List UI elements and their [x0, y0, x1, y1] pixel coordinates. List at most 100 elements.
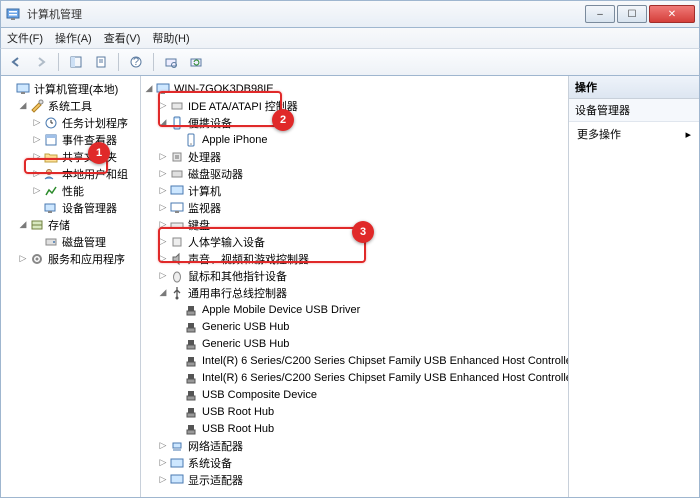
- device-root[interactable]: ◢WIN-7GOK3DB98IE: [143, 80, 566, 97]
- expand-icon[interactable]: ▷: [17, 253, 29, 264]
- dev-intel-usb[interactable]: Intel(R) 6 Series/C200 Series Chipset Fa…: [143, 369, 566, 386]
- middle-pane: ◢WIN-7GOK3DB98IE ▷IDE ATA/ATAPI 控制器 ◢便携设…: [141, 76, 569, 497]
- disk-icon: [43, 234, 59, 250]
- menu-view[interactable]: 查看(V): [104, 30, 141, 46]
- cat-ide[interactable]: ▷IDE ATA/ATAPI 控制器: [143, 97, 566, 114]
- expand-icon[interactable]: ▷: [157, 151, 169, 162]
- expand-icon[interactable]: ▷: [157, 253, 169, 264]
- cat-hid[interactable]: ▷人体学输入设备: [143, 233, 566, 250]
- performance-icon: [43, 183, 59, 199]
- tree-root[interactable]: 计算机管理(本地): [3, 80, 138, 97]
- expand-icon[interactable]: ▷: [31, 117, 43, 128]
- cat-processor[interactable]: ▷处理器: [143, 148, 566, 165]
- dev-intel-usb[interactable]: Intel(R) 6 Series/C200 Series Chipset Fa…: [143, 352, 566, 369]
- tree-event-viewer[interactable]: ▷事件查看器: [3, 131, 138, 148]
- tree-label: 系统工具: [48, 98, 92, 114]
- expand-icon[interactable]: ▷: [157, 474, 169, 485]
- close-button[interactable]: ✕: [649, 5, 695, 23]
- back-button[interactable]: [5, 51, 27, 73]
- expand-icon[interactable]: ▷: [157, 219, 169, 230]
- forward-button[interactable]: [30, 51, 52, 73]
- cat-sound[interactable]: ▷声音、视频和游戏控制器: [143, 250, 566, 267]
- expand-icon[interactable]: ▷: [157, 100, 169, 111]
- cat-portable[interactable]: ◢便携设备: [143, 114, 566, 131]
- maximize-button[interactable]: ☐: [617, 5, 647, 23]
- dev-composite[interactable]: USB Composite Device: [143, 386, 566, 403]
- device-tree: ◢WIN-7GOK3DB98IE ▷IDE ATA/ATAPI 控制器 ◢便携设…: [141, 76, 568, 492]
- tree-label: 磁盘管理: [62, 234, 106, 250]
- tree-system-tools[interactable]: ◢ 系统工具: [3, 97, 138, 114]
- expand-icon[interactable]: ▷: [157, 202, 169, 213]
- tree-label: Generic USB Hub: [202, 338, 289, 350]
- expand-icon[interactable]: ▷: [157, 185, 169, 196]
- collapse-icon[interactable]: ◢: [157, 117, 169, 128]
- refresh-button[interactable]: [185, 51, 207, 73]
- usb-plug-icon: [183, 319, 199, 335]
- expand-icon[interactable]: ▷: [157, 457, 169, 468]
- cat-system-devices[interactable]: ▷系统设备: [143, 454, 566, 471]
- usb-plug-icon: [183, 302, 199, 318]
- dev-root-hub[interactable]: USB Root Hub: [143, 420, 566, 437]
- usb-plug-icon: [183, 336, 199, 352]
- dev-root-hub[interactable]: USB Root Hub: [143, 403, 566, 420]
- usb-plug-icon: [183, 404, 199, 420]
- dev-iphone[interactable]: Apple iPhone: [143, 131, 566, 148]
- menu-help[interactable]: 帮助(H): [152, 30, 189, 46]
- tree-label: 磁盘驱动器: [188, 166, 243, 182]
- toolbar-separator: [153, 53, 154, 71]
- tree-label: 计算机: [188, 183, 221, 199]
- more-actions[interactable]: 更多操作 ▸: [569, 122, 699, 146]
- titlebar: 计算机管理 – ☐ ✕: [0, 0, 700, 28]
- tree-disk-management[interactable]: 磁盘管理: [3, 233, 138, 250]
- cat-mouse[interactable]: ▷鼠标和其他指针设备: [143, 267, 566, 284]
- menu-file[interactable]: 文件(F): [7, 30, 43, 46]
- expand-icon[interactable]: ▷: [157, 168, 169, 179]
- tree-performance[interactable]: ▷性能: [3, 182, 138, 199]
- mouse-icon: [169, 268, 185, 284]
- more-actions-label: 更多操作: [577, 126, 621, 142]
- main-area: 计算机管理(本地) ◢ 系统工具 ▷任务计划程序 ▷事件查看器 ▷共享文件夹 ▷本…: [0, 76, 700, 498]
- tree-task-scheduler[interactable]: ▷任务计划程序: [3, 114, 138, 131]
- app-icon: [5, 6, 21, 22]
- folder-share-icon: [43, 149, 59, 165]
- tree-storage[interactable]: ◢存储: [3, 216, 138, 233]
- tree-local-users[interactable]: ▷本地用户和组: [3, 165, 138, 182]
- expand-icon[interactable]: ▷: [31, 134, 43, 145]
- tree-shared-folders[interactable]: ▷共享文件夹: [3, 148, 138, 165]
- tree-services-apps[interactable]: ▷服务和应用程序: [3, 250, 138, 267]
- minimize-button[interactable]: –: [585, 5, 615, 23]
- tree-label: USB Composite Device: [202, 389, 317, 401]
- cat-diskdrive[interactable]: ▷ 磁盘驱动器: [143, 165, 566, 182]
- cat-computer[interactable]: ▷ 计算机: [143, 182, 566, 199]
- expand-icon[interactable]: ▷: [31, 151, 43, 162]
- scan-hardware-button[interactable]: [160, 51, 182, 73]
- users-icon: [43, 166, 59, 182]
- dev-apple-usb[interactable]: Apple Mobile Device USB Driver: [143, 301, 566, 318]
- collapse-icon[interactable]: ◢: [157, 287, 169, 298]
- dev-generic-hub[interactable]: Generic USB Hub: [143, 335, 566, 352]
- expand-icon[interactable]: ▷: [31, 168, 43, 179]
- properties-button[interactable]: [90, 51, 112, 73]
- svg-text:?: ?: [133, 56, 139, 68]
- tree-label: Apple Mobile Device USB Driver: [202, 304, 360, 316]
- cat-monitor[interactable]: ▷监视器: [143, 199, 566, 216]
- help-button[interactable]: ?: [125, 51, 147, 73]
- expand-icon[interactable]: ▷: [157, 440, 169, 451]
- collapse-icon[interactable]: ◢: [17, 219, 29, 230]
- expand-icon[interactable]: ▷: [157, 270, 169, 281]
- collapse-icon[interactable]: ◢: [143, 83, 155, 94]
- expand-icon[interactable]: ▷: [31, 185, 43, 196]
- cat-keyboard[interactable]: ▷键盘: [143, 216, 566, 233]
- cat-display-adapters[interactable]: ▷显示适配器: [143, 471, 566, 488]
- tree-label: Intel(R) 6 Series/C200 Series Chipset Fa…: [202, 372, 569, 384]
- actions-header: 操作: [569, 76, 699, 99]
- usb-icon: [169, 285, 185, 301]
- cat-network[interactable]: ▷网络适配器: [143, 437, 566, 454]
- collapse-icon[interactable]: ◢: [17, 100, 29, 111]
- show-hide-tree-button[interactable]: [65, 51, 87, 73]
- expand-icon[interactable]: ▷: [157, 236, 169, 247]
- menu-action[interactable]: 操作(A): [55, 30, 92, 46]
- cat-usb-controllers[interactable]: ◢通用串行总线控制器: [143, 284, 566, 301]
- dev-generic-hub[interactable]: Generic USB Hub: [143, 318, 566, 335]
- tree-device-manager[interactable]: 设备管理器: [3, 199, 138, 216]
